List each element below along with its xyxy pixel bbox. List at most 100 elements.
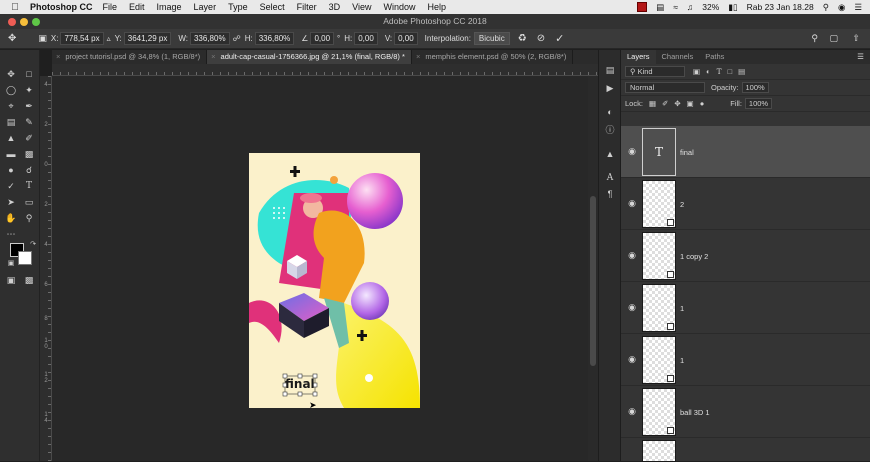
panel-menu-icon[interactable]: ☰: [857, 50, 864, 64]
menu-layer[interactable]: Layer: [194, 2, 217, 12]
siri-icon[interactable]: ◉: [838, 2, 845, 13]
move-tool-preset-icon[interactable]: ✥: [8, 33, 16, 44]
crop-tool-icon[interactable]: ⌖: [4, 100, 18, 112]
battery-icon[interactable]: ▮▯: [728, 2, 737, 13]
menu-help[interactable]: Help: [427, 2, 446, 12]
control-icon[interactable]: ▤: [656, 2, 664, 13]
eye-icon[interactable]: ◉: [627, 302, 637, 312]
app-menu[interactable]: Photoshop CC: [30, 2, 93, 12]
brush-tool-icon[interactable]: ✎: [22, 116, 36, 128]
wifi-icon[interactable]: ≈: [673, 2, 678, 12]
actions-panel-icon[interactable]: ▶: [603, 82, 617, 94]
menu-edit[interactable]: Edit: [129, 2, 145, 12]
info-panel-icon[interactable]: ⓘ: [603, 124, 617, 136]
height-field[interactable]: 336,80%: [254, 32, 295, 45]
layer-row-ball-3d-1[interactable]: ◉ ball 3D 1: [621, 386, 870, 438]
lock-pixels-icon[interactable]: ▦: [649, 99, 656, 108]
history-brush-icon[interactable]: ✐: [22, 132, 36, 144]
move-tool-icon[interactable]: ✥: [4, 68, 18, 80]
lock-artboard-icon[interactable]: ▣: [687, 99, 694, 108]
spotlight-icon[interactable]: ⚲: [823, 2, 829, 13]
volume-icon[interactable]: ♫: [687, 2, 693, 12]
menu-3d[interactable]: 3D: [329, 2, 341, 12]
zoom-window-icon[interactable]: [32, 18, 40, 26]
default-colors-icon[interactable]: ▣: [4, 258, 18, 270]
record-icon[interactable]: [637, 2, 648, 12]
tab-project-tutorisl[interactable]: × project tutorisl.psd @ 34,8% (1, RGB/8*…: [52, 50, 208, 64]
paragraph-panel-icon[interactable]: ¶: [603, 188, 617, 200]
adjustments-panel-icon[interactable]: ◐: [603, 106, 617, 118]
quick-mask-icon[interactable]: ▣: [4, 274, 18, 286]
h-skew-field[interactable]: 0,00: [354, 32, 378, 45]
link-xy-icon[interactable]: ▵: [107, 34, 111, 43]
clone-source-icon[interactable]: ▲: [603, 148, 617, 160]
close-tab-icon[interactable]: ×: [211, 52, 215, 61]
tab-layers[interactable]: Layers: [621, 50, 656, 64]
gradient-tool-icon[interactable]: ▩: [22, 148, 36, 160]
eraser-tool-icon[interactable]: ▬: [4, 148, 18, 160]
adjustment-filter-icon[interactable]: ◐: [706, 67, 711, 76]
width-field[interactable]: 336,80%: [189, 32, 230, 45]
close-tab-icon[interactable]: ×: [56, 52, 60, 61]
horizontal-ruler[interactable]: [52, 64, 598, 76]
layer-row-1[interactable]: ◉ 1: [621, 282, 870, 334]
y-field[interactable]: 3641,29 px: [123, 32, 172, 45]
lock-paint-icon[interactable]: ✐: [662, 99, 668, 108]
layer-row-partial[interactable]: [621, 438, 870, 462]
pixel-filter-icon[interactable]: ▣: [693, 67, 700, 76]
tab-paths[interactable]: Paths: [699, 50, 730, 64]
share-icon[interactable]: ⇧: [852, 33, 860, 44]
vertical-ruler[interactable]: 4 2 0 2 4 6 8 1 0 1 2 1 4: [40, 76, 52, 461]
zoom-tool-icon[interactable]: ⚲: [22, 212, 36, 224]
canvas-text-final[interactable]: final: [285, 377, 315, 391]
shape-filter-icon[interactable]: □: [728, 67, 733, 76]
search-icon[interactable]: ⚲: [811, 33, 818, 44]
canvas-scrollbar[interactable]: [588, 76, 598, 461]
fill-field[interactable]: 100%: [744, 98, 773, 109]
menu-type[interactable]: Type: [228, 2, 248, 12]
layer-row-final[interactable]: ◉ T final: [621, 126, 870, 178]
blur-tool-icon[interactable]: ●: [4, 164, 18, 176]
menu-image[interactable]: Image: [157, 2, 182, 12]
more-tools-icon[interactable]: ⋯: [4, 228, 18, 240]
menu-window[interactable]: Window: [383, 2, 415, 12]
v-skew-field[interactable]: 0,00: [394, 32, 418, 45]
menu-select[interactable]: Select: [260, 2, 285, 12]
tab-channels[interactable]: Channels: [656, 50, 700, 64]
marquee-tool-icon[interactable]: □: [22, 68, 36, 80]
layer-row-2[interactable]: ◉ 2: [621, 178, 870, 230]
type-filter-icon[interactable]: T: [717, 67, 722, 76]
commit-transform-icon[interactable]: ✓: [555, 32, 564, 45]
layer-row-1b[interactable]: ◉ 1: [621, 334, 870, 386]
healing-brush-icon[interactable]: ▤: [4, 116, 18, 128]
smart-filter-icon[interactable]: ▤: [738, 67, 745, 76]
angle-field[interactable]: 0,00: [310, 32, 335, 45]
swap-colors-icon[interactable]: ↷: [26, 239, 40, 251]
x-field[interactable]: 778,54 px: [60, 32, 104, 45]
cancel-transform-icon[interactable]: ⊘: [537, 33, 545, 44]
apple-icon[interactable]: : [8, 2, 22, 13]
clock[interactable]: Rab 23 Jan 18.28: [747, 2, 814, 12]
path-select-icon[interactable]: ➤: [4, 196, 18, 208]
screen-mode-icon[interactable]: ▩: [22, 274, 36, 286]
menu-filter[interactable]: Filter: [297, 2, 317, 12]
rectangle-tool-icon[interactable]: ▭: [22, 196, 36, 208]
clone-stamp-icon[interactable]: ▲: [4, 132, 18, 144]
opacity-field[interactable]: 100%: [741, 82, 769, 93]
tab-adult-cap-casual[interactable]: × adult-cap-casual-1756366.jpg @ 21,1% (f…: [207, 50, 412, 64]
workspace-icon[interactable]: ▢: [829, 33, 838, 44]
document-canvas[interactable]: final ➤: [249, 153, 420, 408]
eye-icon[interactable]: ◉: [627, 250, 637, 260]
menu-view[interactable]: View: [352, 2, 371, 12]
scrollbar-thumb[interactable]: [590, 196, 596, 366]
minimize-window-icon[interactable]: [20, 18, 28, 26]
eyedropper-tool-icon[interactable]: ✒: [22, 100, 36, 112]
lock-all-icon[interactable]: ●: [700, 99, 705, 108]
notifications-icon[interactable]: ☰: [854, 2, 862, 13]
eye-icon[interactable]: ◉: [627, 146, 637, 156]
layer-row-1-copy-2[interactable]: ◉ 1 copy 2: [621, 230, 870, 282]
pen-tool-icon[interactable]: ✓: [4, 180, 18, 192]
reference-point-icon[interactable]: ▣: [38, 33, 47, 44]
eye-icon[interactable]: ◉: [627, 354, 637, 364]
eye-icon[interactable]: ◉: [627, 406, 637, 416]
